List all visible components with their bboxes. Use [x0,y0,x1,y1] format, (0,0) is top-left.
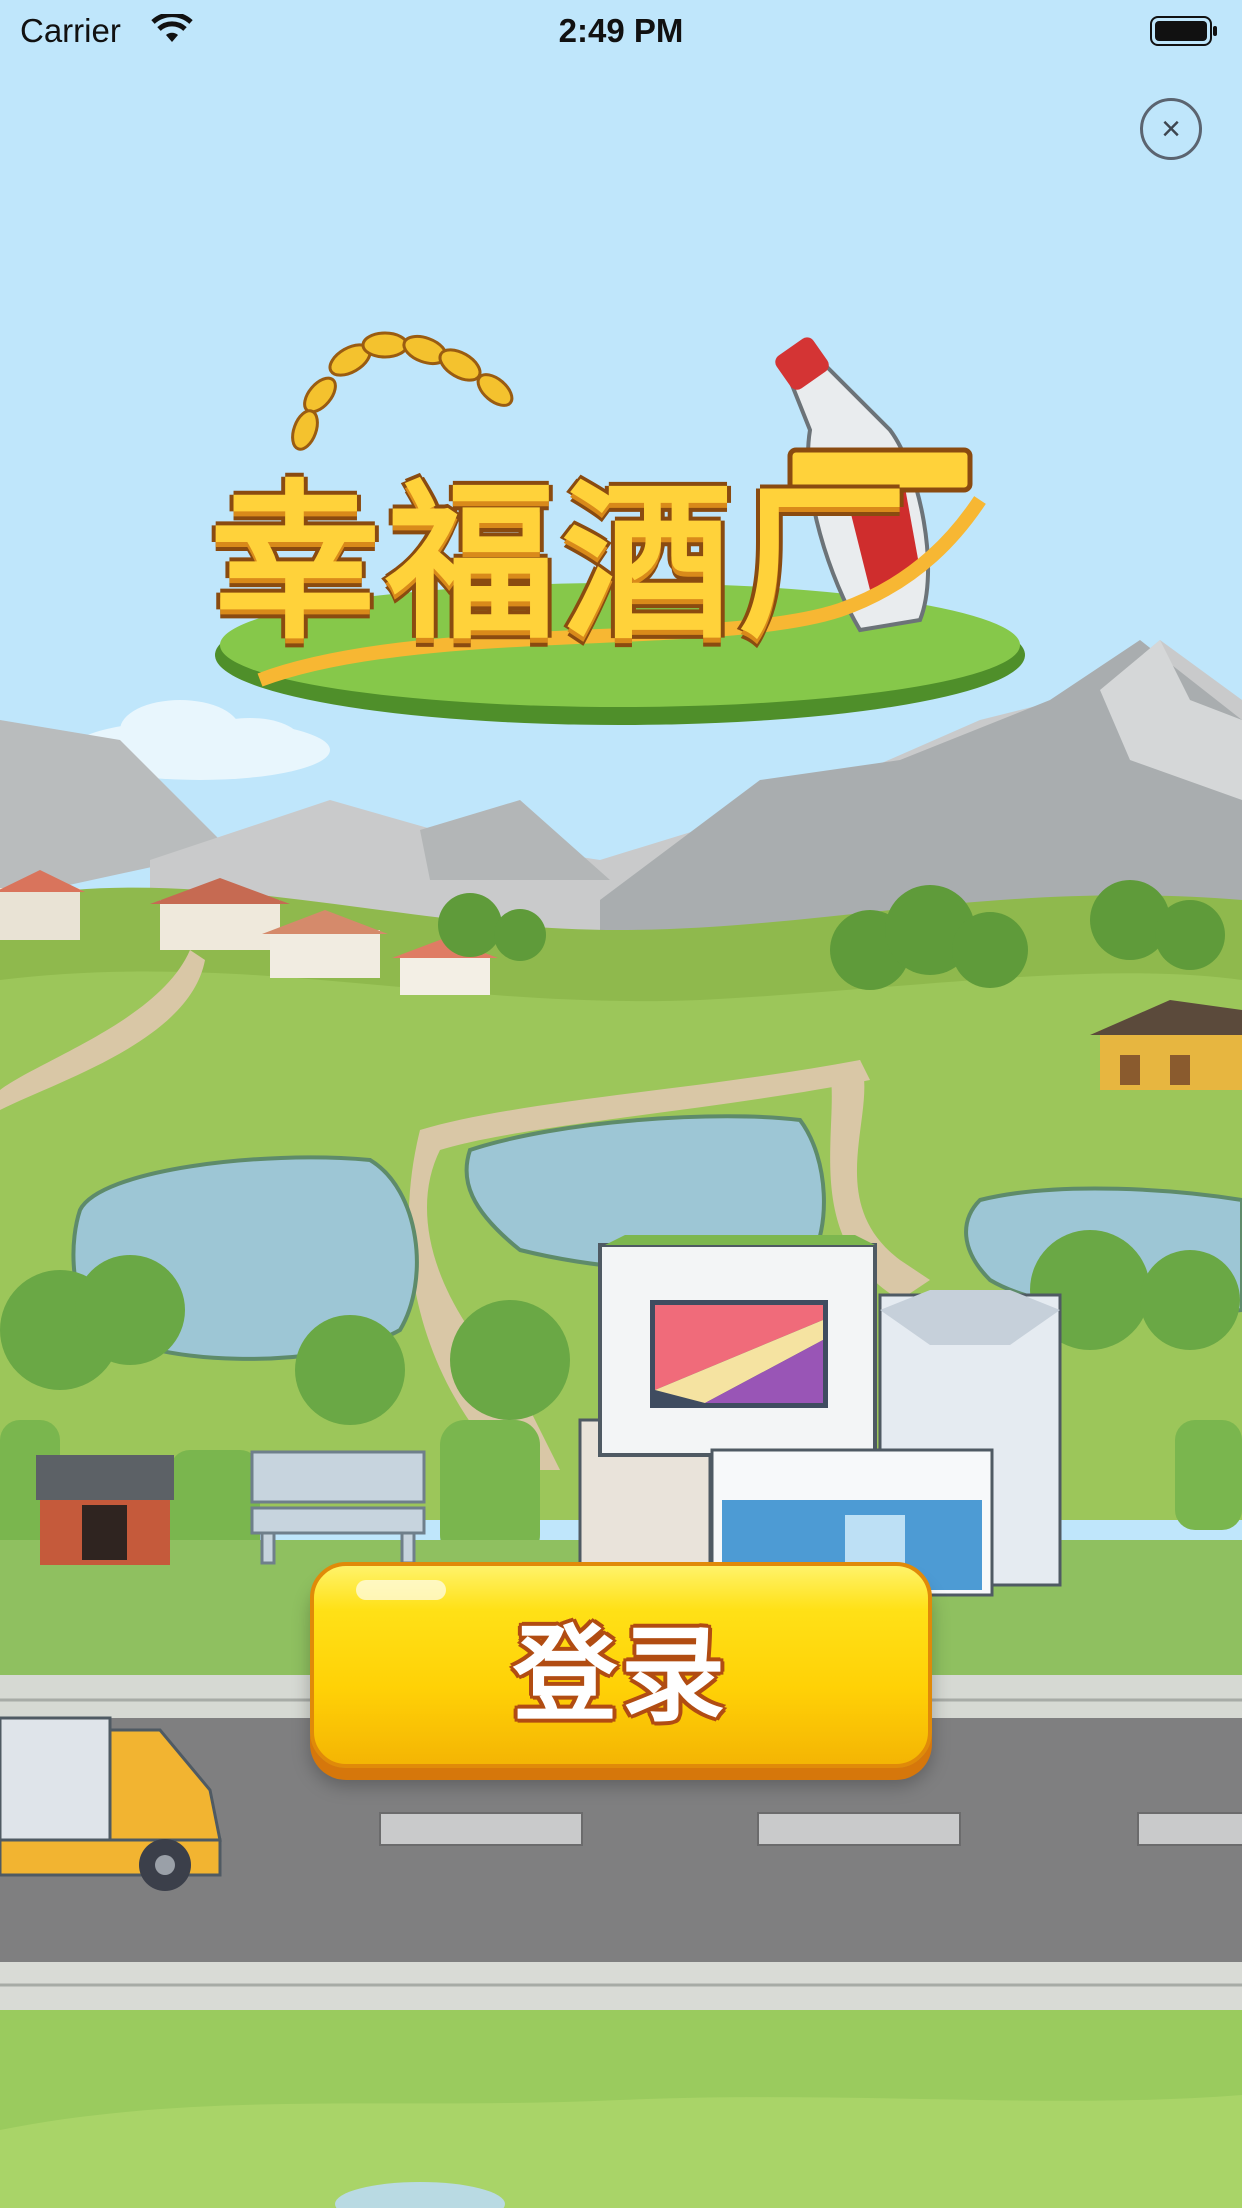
clock: 2:49 PM [558,12,684,49]
kiosk [36,1455,174,1565]
close-icon: × [1161,110,1181,148]
login-button[interactable]: 登录 [310,1562,932,1768]
login-button-label: 登录 [512,1613,729,1736]
battery-icon [1150,16,1217,46]
close-button[interactable]: × [1140,98,1202,160]
game-title: 幸福酒厂 [210,465,915,663]
status-bar: Carrier 2:49 PM [0,0,1242,62]
